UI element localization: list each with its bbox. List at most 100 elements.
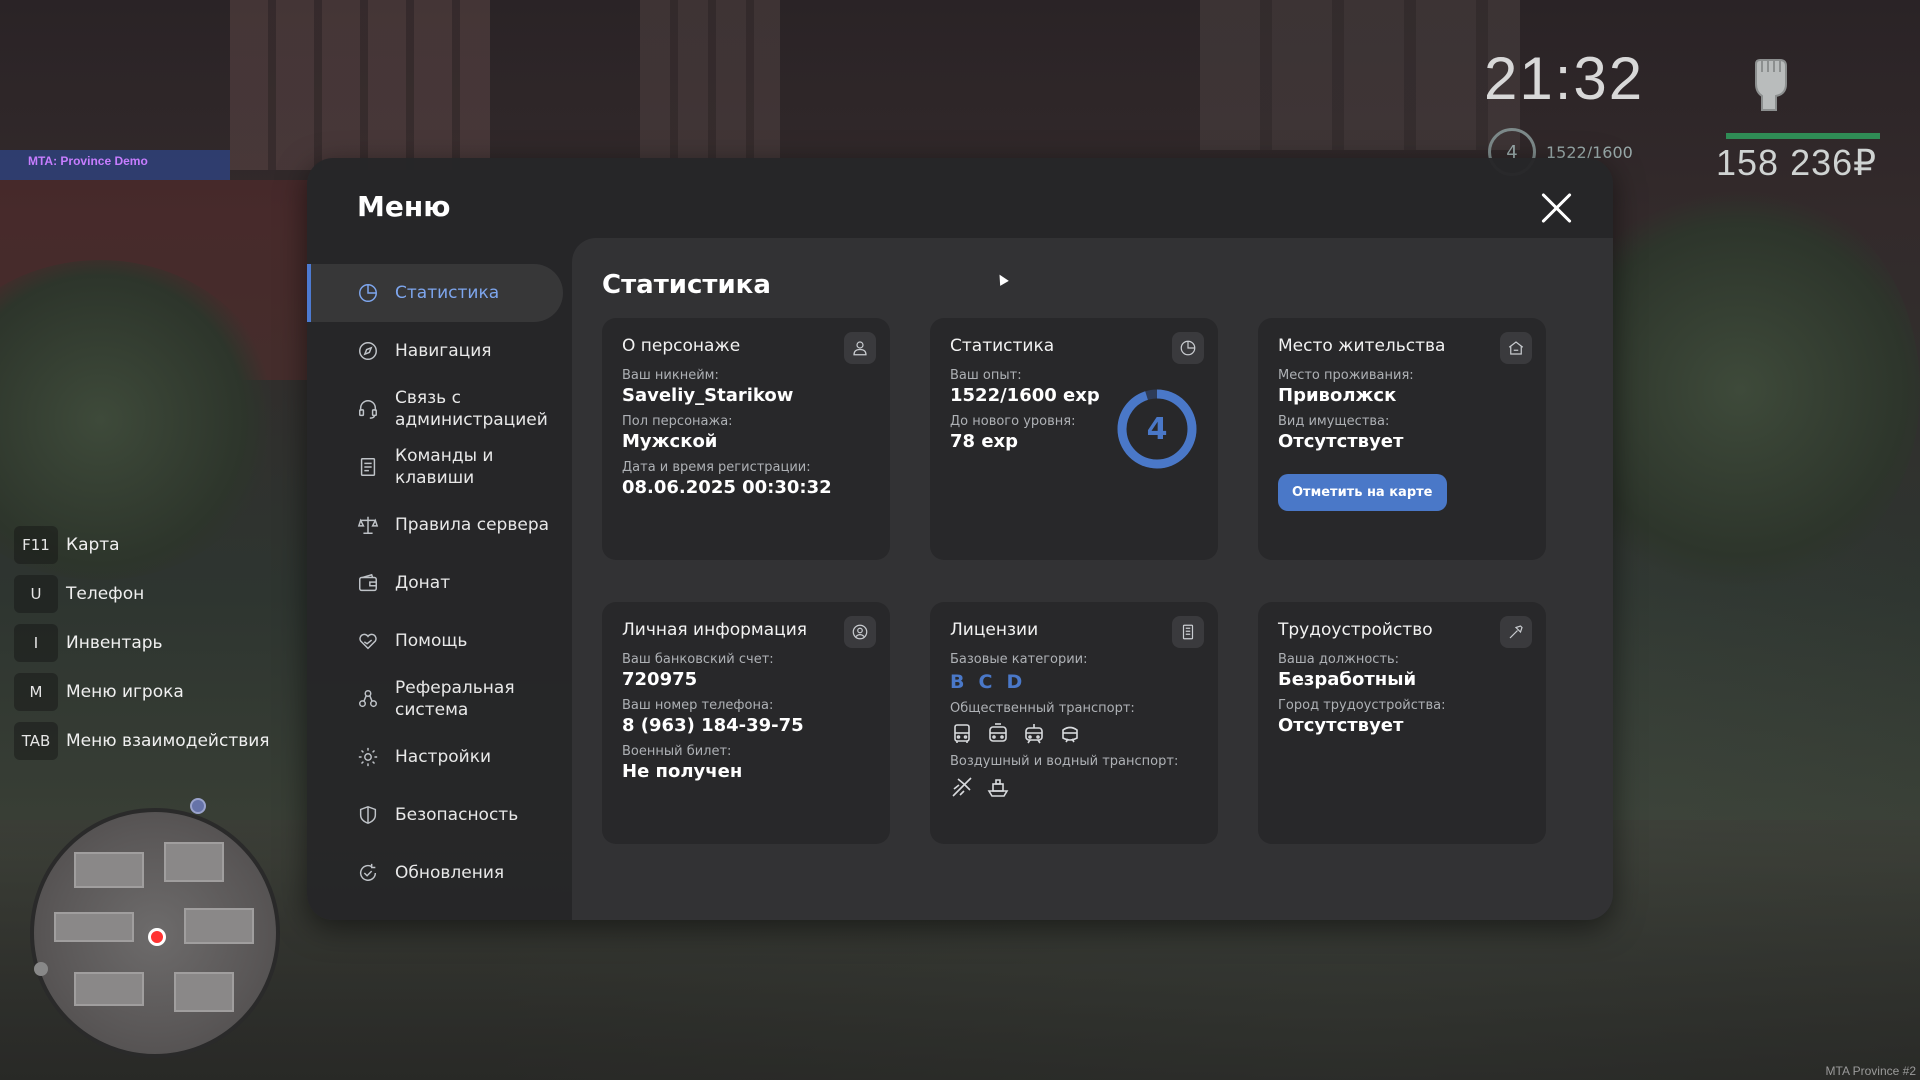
sidebar-item-label: Связь с администрацией <box>395 388 548 430</box>
bank-account-value: 720975 <box>622 669 698 690</box>
card-statistics: Статистика Ваш опыт: 1522/1600 exp До но… <box>930 318 1218 560</box>
field-label: Вид имущества: <box>1278 414 1390 429</box>
minimap <box>30 808 280 1058</box>
card-employment: Трудоустройство Ваша должность: Безработ… <box>1258 602 1546 844</box>
menu-window: Меню Статистика Навигация Связь с админи… <box>307 158 1613 920</box>
sidebar-item-settings[interactable]: Настройки <box>307 728 563 786</box>
server-label: MTA: Province Demo <box>28 154 148 168</box>
field-label: Город трудоустройства: <box>1278 698 1446 713</box>
card-personal-info: Личная информация Ваш банковский счет: 7… <box>602 602 890 844</box>
sidebar-item-rules[interactable]: Правила сервера <box>307 496 563 554</box>
sidebar-item-label: Помощь <box>395 631 468 651</box>
card-title: Личная информация <box>622 620 808 640</box>
wallet-icon <box>357 572 379 594</box>
hotkey-label: Меню игрока <box>66 681 184 702</box>
hotkey-row: M Меню игрока <box>14 667 270 716</box>
hotkey-label: Меню взаимодействия <box>66 730 270 751</box>
gear-icon <box>357 746 379 768</box>
close-icon[interactable] <box>1539 190 1575 226</box>
field-label: Ваш банковский счет: <box>622 652 774 667</box>
sidebar-item-help[interactable]: Помощь <box>307 612 563 670</box>
background-building <box>1200 0 1520 150</box>
property-value: Отсутствует <box>1278 431 1404 452</box>
card-title: Лицензии <box>950 620 1039 640</box>
job-position-value: Безработный <box>1278 669 1417 690</box>
card-title: Трудоустройство <box>1278 620 1433 640</box>
people-network-icon <box>357 688 379 710</box>
minimap-block <box>174 972 234 1012</box>
public-transport-icons <box>950 722 1198 746</box>
hud-clock: 21:32 <box>1484 45 1645 112</box>
hud-money: 158 236₽ <box>1716 142 1878 183</box>
card-title: О персонаже <box>622 336 741 356</box>
sidebar-item-statistics[interactable]: Статистика <box>307 264 563 322</box>
sidebar-item-admin-contact[interactable]: Связь с администрацией <box>307 380 563 438</box>
card-character: О персонаже Ваш никнейм: Saveliy_Stariko… <box>602 318 890 560</box>
license-category: B <box>950 671 965 693</box>
sidebar-item-label: Команды и клавиши <box>395 446 494 488</box>
gender-value: Мужской <box>622 431 718 452</box>
minimap-block <box>164 842 224 882</box>
hotkey-label: Карта <box>66 534 120 555</box>
mark-on-map-button[interactable]: Отметить на карте <box>1278 474 1447 511</box>
tram-icon <box>1022 722 1046 746</box>
level-value: 4 <box>1146 411 1168 447</box>
sidebar-item-donate[interactable]: Донат <box>307 554 563 612</box>
card-licenses: Лицензии Базовые категории: B C D Общест… <box>930 602 1218 844</box>
hotkey-list: F11 Карта U Телефон I Инвентарь M Меню и… <box>14 520 270 765</box>
train-icon <box>1058 722 1082 746</box>
hammer-icon <box>1500 616 1532 648</box>
military-id-value: Не получен <box>622 761 743 782</box>
hotkey-row: F11 Карта <box>14 520 270 569</box>
hotkey-row: U Телефон <box>14 569 270 618</box>
card-title: Статистика <box>950 336 1055 356</box>
field-label: Общественный транспорт: <box>950 701 1135 716</box>
health-bar <box>1726 133 1880 139</box>
shield-icon <box>357 804 379 826</box>
fist-icon <box>1755 59 1787 111</box>
compass-icon <box>357 340 379 362</box>
nickname-value: Saveliy_Starikow <box>622 385 794 406</box>
headset-icon <box>357 398 379 420</box>
field-label: Воздушный и водный транспорт: <box>950 754 1179 769</box>
field-label: Дата и время регистрации: <box>622 460 811 475</box>
air-water-transport-icons <box>950 775 1198 799</box>
sidebar-item-security[interactable]: Безопасность <box>307 786 563 844</box>
license-doc-icon <box>1172 616 1204 648</box>
content-title: Статистика <box>602 270 771 300</box>
sidebar-item-referral[interactable]: Реферальная система <box>307 670 563 728</box>
field-label: Ваш никнейм: <box>622 368 719 383</box>
menu-title: Меню <box>357 190 451 223</box>
scales-icon <box>357 514 379 536</box>
minimap-block <box>74 852 144 888</box>
key-cap: F11 <box>14 525 58 564</box>
license-category: D <box>1006 671 1023 693</box>
field-label: Ваш номер телефона: <box>622 698 774 713</box>
hotkey-row: TAB Меню взаимодействия <box>14 716 270 765</box>
boat-icon <box>986 775 1010 799</box>
key-cap: TAB <box>14 721 58 760</box>
field-label: Военный билет: <box>622 744 732 759</box>
card-title: Место жительства <box>1278 336 1446 356</box>
license-category: C <box>978 671 993 693</box>
job-city-value: Отсутствует <box>1278 715 1404 736</box>
background-building <box>230 0 490 170</box>
watermark: MTA Province #2 <box>1825 1064 1916 1078</box>
sidebar-item-label: Статистика <box>395 283 500 303</box>
residence-value: Приволжск <box>1278 385 1397 406</box>
key-cap: I <box>14 623 58 662</box>
sidebar-item-updates[interactable]: Обновления <box>307 844 563 902</box>
field-label: Ваша должность: <box>1278 652 1400 667</box>
card-residence: Место жительства Место проживания: Приво… <box>1258 318 1546 560</box>
key-cap: M <box>14 672 58 711</box>
player-marker <box>148 928 166 946</box>
minimap-block <box>74 972 144 1006</box>
sidebar-item-navigation[interactable]: Навигация <box>307 322 563 380</box>
content-panel: Статистика О персонаже Ваш никнейм: Save… <box>572 238 1613 920</box>
background-tree <box>1560 180 1920 600</box>
hotkey-label: Телефон <box>66 583 145 604</box>
sidebar-item-commands[interactable]: Команды и клавиши <box>307 438 563 496</box>
minimap-block <box>54 912 134 942</box>
user-circle-icon <box>844 616 876 648</box>
user-icon <box>844 332 876 364</box>
